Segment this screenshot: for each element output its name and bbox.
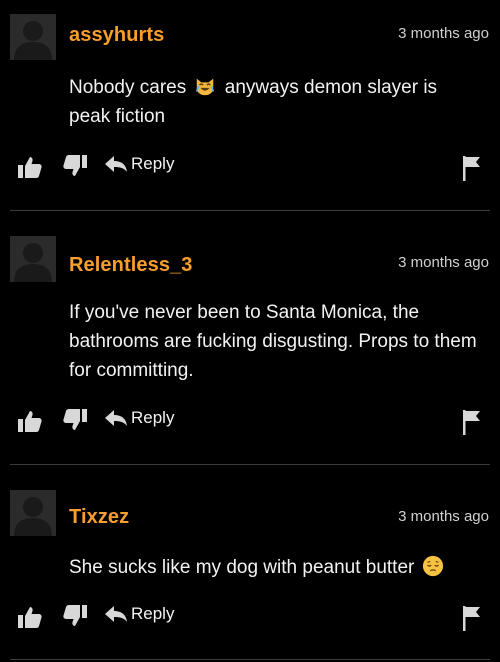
comment-text: Nobody cares anyways demon slayer is pea… xyxy=(69,73,479,131)
comment-text: If you've never been to Santa Monica, th… xyxy=(69,302,477,381)
thumbs-down-icon[interactable] xyxy=(62,408,88,437)
divider xyxy=(10,464,490,465)
divider xyxy=(10,210,490,211)
avatar[interactable] xyxy=(10,14,56,60)
reply-button[interactable]: Reply xyxy=(105,408,174,428)
reply-arrow-icon xyxy=(105,156,127,172)
comment-actions: Reply xyxy=(0,603,500,633)
reply-arrow-icon xyxy=(105,606,127,622)
reply-button[interactable]: Reply xyxy=(105,604,174,624)
flag-icon[interactable] xyxy=(462,155,482,186)
timestamp: 3 months ago xyxy=(398,254,489,271)
flag-icon[interactable] xyxy=(462,605,482,636)
thumbs-up-icon[interactable] xyxy=(17,605,43,634)
reply-label: Reply xyxy=(131,408,175,427)
comment-actions: Reply xyxy=(0,153,500,183)
thumbs-down-icon[interactable] xyxy=(62,154,88,183)
thumbs-down-icon[interactable] xyxy=(62,604,88,633)
avatar[interactable] xyxy=(10,490,56,536)
avatar-placeholder-icon xyxy=(10,236,56,282)
avatar-placeholder-icon xyxy=(10,490,56,536)
username[interactable]: Relentless_3 xyxy=(69,254,193,277)
thumbs-up-icon[interactable] xyxy=(17,409,43,438)
comment-text: She sucks like my dog with peanut butter xyxy=(69,553,479,582)
comment-text-part: Nobody cares xyxy=(69,77,187,98)
avatar[interactable] xyxy=(10,236,56,282)
comment-text-part: She sucks like my dog with peanut butter xyxy=(69,557,415,578)
reply-arrow-icon xyxy=(105,410,127,426)
reply-button[interactable]: Reply xyxy=(105,154,174,174)
comment-actions: Reply xyxy=(0,407,500,437)
flag-icon[interactable] xyxy=(462,409,482,440)
thumbs-up-icon[interactable] xyxy=(17,155,43,184)
username[interactable]: assyhurts xyxy=(69,24,164,47)
timestamp: 3 months ago xyxy=(398,508,489,525)
avatar-placeholder-icon xyxy=(10,14,56,60)
crying-laughing-cat-emoji xyxy=(195,78,214,96)
reply-label: Reply xyxy=(131,154,175,173)
pensive-face-emoji xyxy=(422,555,443,577)
timestamp: 3 months ago xyxy=(398,25,489,42)
username[interactable]: Tixzez xyxy=(69,506,129,529)
reply-label: Reply xyxy=(131,604,175,623)
divider xyxy=(10,659,490,660)
